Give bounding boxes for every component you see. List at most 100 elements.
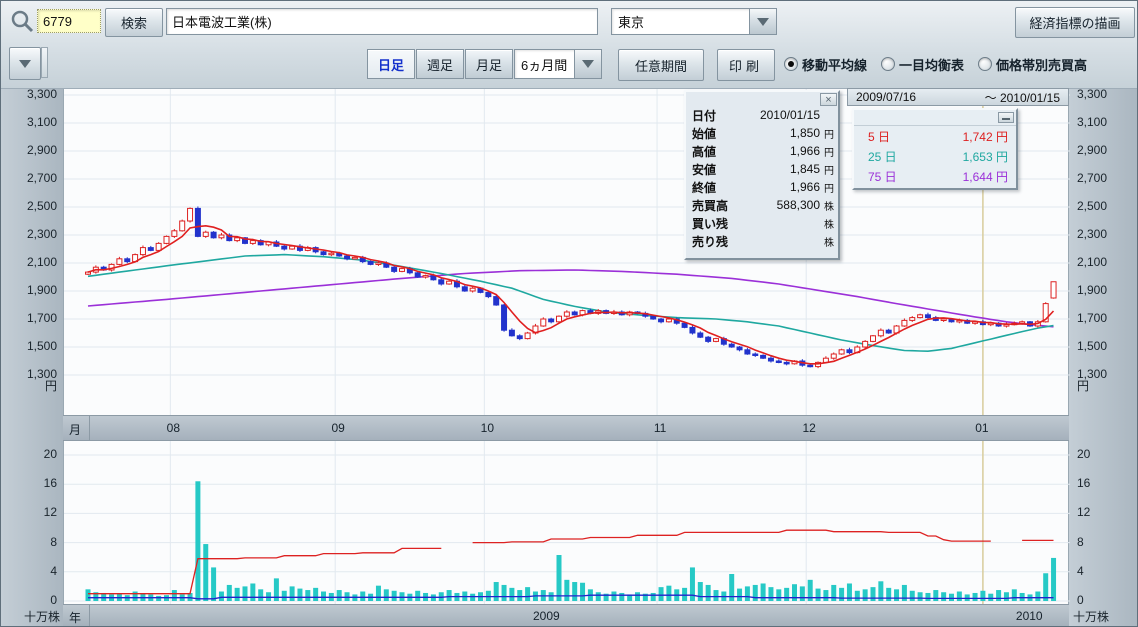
period-dropdown-button[interactable] (574, 50, 601, 78)
volume-bars (86, 481, 1057, 601)
month-tick: 09 (332, 421, 345, 435)
right-price-axis: 3,3003,1002,9002,7002,5002,3002,1001,900… (1069, 89, 1138, 627)
quote-info-box[interactable]: × 日付 2010/01/15 始値 1,850 円高値 1,966 円安値 1… (684, 90, 840, 260)
legend-label: 25 日 (868, 148, 897, 165)
price-tick: 1,500 (1077, 339, 1107, 353)
exchange-value: 東京 (612, 9, 749, 34)
volume-tick: 12 (44, 505, 57, 519)
price-tick: 2,100 (1077, 255, 1107, 269)
radio-label: 一目均衡表 (899, 55, 964, 74)
volume-tick: 8 (50, 535, 57, 549)
price-tick: 2,900 (1077, 143, 1107, 157)
chevron-down-icon (582, 60, 594, 68)
exchange-dropdown-button[interactable] (749, 9, 776, 34)
info-suffix: 株 (820, 198, 834, 213)
date-range-separator: ～ 2010/01/15 (985, 89, 1060, 106)
economic-indicator-button[interactable]: 経済指標の描画 (1015, 7, 1135, 38)
legend-rows: 5 日1,742 円25 日1,653 円75 日1,644 円 (854, 126, 1016, 186)
legend-label: 75 日 (868, 168, 897, 185)
info-label: 始値 (692, 125, 716, 142)
exchange-combobox[interactable]: 東京 (611, 8, 777, 35)
legend-row-75 日: 75 日1,644 円 (854, 166, 1016, 186)
period-value: 6ヵ月間 (515, 50, 574, 78)
left-price-axis: 3,3003,1002,9002,7002,5002,3002,1001,900… (1, 89, 63, 627)
info-label: 終値 (692, 179, 716, 196)
collapse-panel-button[interactable] (9, 47, 41, 80)
tab-月足[interactable]: 月足 (465, 49, 513, 79)
search-button[interactable]: 検索 (105, 8, 163, 37)
tab-日足[interactable]: 日足 (367, 49, 415, 79)
volume-chart (64, 441, 1070, 604)
ma5-line (88, 226, 1054, 364)
legend-value: 1,742 円 (963, 128, 1008, 145)
info-suffix: 円 (820, 180, 834, 195)
legend-row-25 日: 25 日1,653 円 (854, 146, 1016, 166)
price-tick: 2,500 (1077, 199, 1107, 213)
print-button[interactable]: 印刷 (717, 49, 775, 81)
price-tick: 2,900 (27, 143, 57, 157)
quote-info-titlebar: × (686, 92, 838, 106)
info-label: 安値 (692, 161, 716, 178)
divider (89, 416, 90, 440)
price-tick: 1,900 (27, 283, 57, 297)
volume-tick: 20 (1077, 447, 1090, 461)
chevron-down-icon (757, 18, 769, 26)
info-row-売り残: 売り残 株 (686, 232, 838, 250)
info-value: 1,845 (790, 162, 820, 176)
price-tick: 1,700 (1077, 311, 1107, 325)
info-row-高値: 高値 1,966 円 (686, 142, 838, 160)
price-tick: 3,300 (1077, 87, 1107, 101)
stock-name-field[interactable]: 日本電波工業(株) (166, 8, 598, 35)
date-range-end: 2010/01/15 (1000, 91, 1060, 105)
info-suffix: 株 (820, 216, 834, 231)
month-axis-strip: 月 080910111201 (63, 415, 1069, 441)
price-tick: 3,100 (1077, 115, 1107, 129)
month-tick: 10 (481, 421, 494, 435)
price-tick: 3,300 (27, 87, 57, 101)
radio-option-価格帯別売買高[interactable]: 価格帯別売買高 (978, 55, 1087, 74)
year-tick: 2010 (1016, 609, 1043, 623)
quote-info-rows: 日付 2010/01/15 始値 1,850 円高値 1,966 円安値 1,8… (686, 106, 838, 250)
month-tick: 08 (167, 421, 180, 435)
radio-label: 価格帯別売買高 (996, 55, 1087, 74)
volume-unit: 十万株 (1073, 608, 1109, 625)
price-tick: 2,500 (27, 199, 57, 213)
minimize-icon[interactable] (998, 112, 1014, 123)
radio-icon (784, 57, 798, 71)
volume-tick: 16 (44, 476, 57, 490)
price-tick: 1,900 (1077, 283, 1107, 297)
info-row-終値: 終値 1,966 円 (686, 178, 838, 196)
info-value: 2010/01/15 (760, 108, 820, 122)
overlay-radio-group: 移動平均線 一目均衡表 価格帯別売買高 (784, 49, 1136, 79)
volume-tick: 8 (1077, 535, 1084, 549)
info-label: 日付 (692, 107, 716, 124)
toolbar: 6779 検索 日本電波工業(株) 東京 経済指標の描画 日足週足月足 6ヵ月間… (1, 1, 1137, 89)
info-suffix: 円 (820, 162, 834, 177)
custom-period-button[interactable]: 任意期間 (618, 49, 704, 81)
info-row-買い残: 買い残 株 (686, 214, 838, 232)
radio-option-一目均衡表[interactable]: 一目均衡表 (881, 55, 964, 74)
price-tick: 1,700 (27, 311, 57, 325)
radio-icon (881, 57, 895, 71)
price-tick: 2,100 (27, 255, 57, 269)
legend-titlebar (854, 110, 1016, 126)
margin-line (88, 548, 441, 593)
divider (89, 605, 90, 626)
radio-option-移動平均線[interactable]: 移動平均線 (784, 55, 867, 74)
tab-週足[interactable]: 週足 (416, 49, 464, 79)
search-icon (9, 8, 35, 34)
info-suffix: 円 (820, 126, 834, 141)
date-range-bar: 2009/07/16 ～ 2010/01/15 (847, 88, 1069, 106)
period-combobox[interactable]: 6ヵ月間 (514, 49, 602, 79)
info-row-安値: 安値 1,845 円 (686, 160, 838, 178)
stock-code-input[interactable]: 6779 (37, 9, 101, 33)
volume-chart-plot[interactable] (63, 441, 1069, 604)
moving-average-legend[interactable]: 5 日1,742 円25 日1,653 円75 日1,644 円 (852, 108, 1018, 190)
price-unit: 円 (1077, 377, 1089, 394)
close-icon[interactable]: × (820, 93, 837, 106)
volume-unit: 十万株 (24, 608, 60, 625)
chevron-down-icon (19, 60, 31, 68)
volume-tick: 16 (1077, 476, 1090, 490)
volume-tick: 4 (1077, 564, 1084, 578)
volume-tick: 0 (50, 593, 57, 607)
